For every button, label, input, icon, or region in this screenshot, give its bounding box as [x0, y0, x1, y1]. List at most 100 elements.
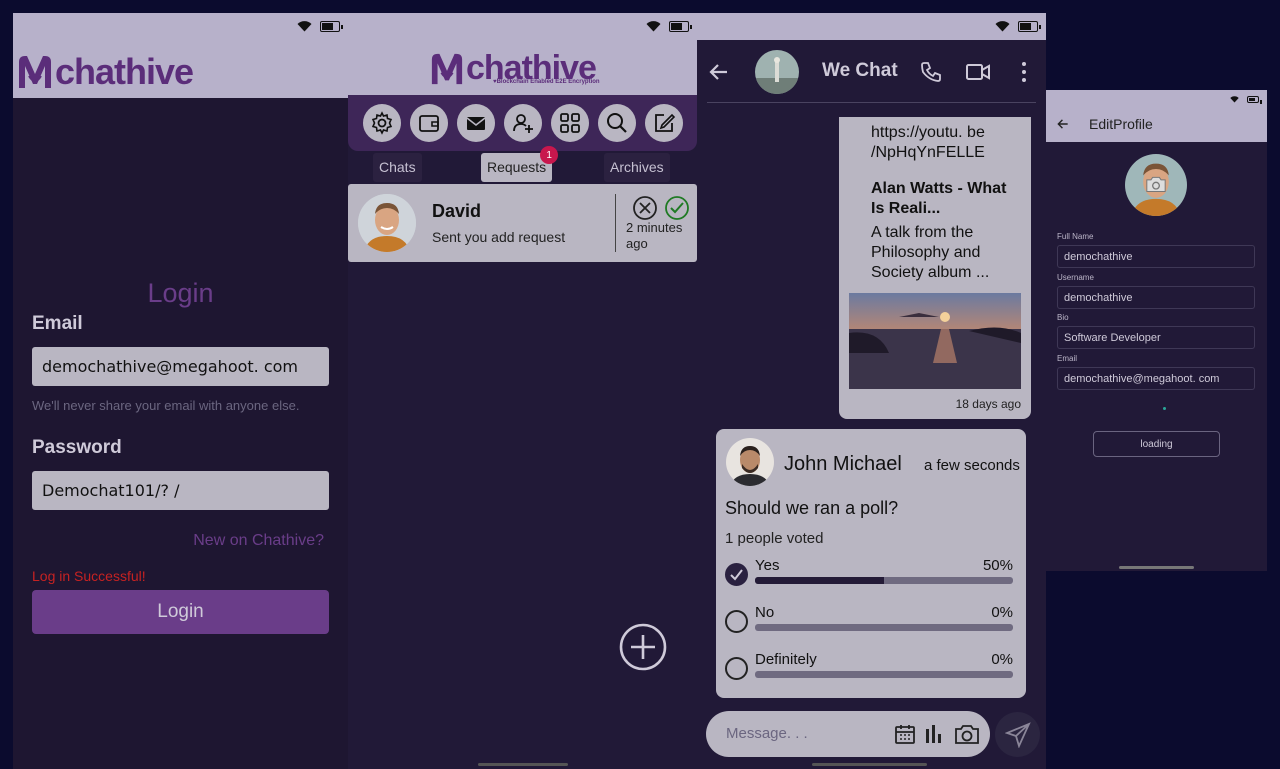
- poll-option-label: Yes: [755, 557, 780, 574]
- logo-tagline: ♥Blockchain Enabled E2E Encryption: [493, 79, 600, 85]
- search-button[interactable]: [597, 104, 636, 142]
- radio-unchecked[interactable]: [725, 610, 748, 633]
- bio-field[interactable]: Software Developer: [1057, 326, 1255, 349]
- save-button[interactable]: loading: [1093, 431, 1220, 457]
- message-link[interactable]: https://youtu. be /NpHqYnFELLE: [871, 123, 1021, 163]
- compose-button[interactable]: [644, 104, 683, 142]
- status-bar: [348, 13, 697, 40]
- poll-progress-track: [755, 671, 1013, 678]
- home-indicator: [478, 763, 568, 766]
- poll-progress-track: [755, 577, 1013, 584]
- poll-option-percent: 0%: [991, 604, 1013, 621]
- requests-count-badge: 1: [540, 146, 559, 164]
- email-field[interactable]: demochathive@megahoot. com: [32, 347, 329, 386]
- poll-option-label: No: [755, 604, 775, 621]
- request-time: 2 minutes ago: [626, 220, 683, 251]
- wifi-icon: [646, 21, 661, 32]
- message-bubble[interactable]: https://youtu. be /NpHqYnFELLE Alan Watt…: [839, 117, 1031, 419]
- chat-header: We Chat: [697, 40, 1046, 104]
- avatar: [358, 194, 416, 252]
- poll-option-no[interactable]: No 0%: [725, 604, 1013, 638]
- email-help-text: We'll never share your email with anyone…: [32, 398, 300, 413]
- back-arrow-icon[interactable]: [1056, 117, 1070, 131]
- full-name-label: Full Name: [1057, 232, 1094, 241]
- add-friend-icon: [512, 114, 533, 133]
- more-options-icon[interactable]: [1013, 60, 1035, 84]
- page-title: EditProfile: [1089, 116, 1153, 132]
- username-label: Username: [1057, 273, 1094, 282]
- wifi-icon: [995, 21, 1010, 32]
- tab-archives[interactable]: Archives: [604, 153, 670, 182]
- username-field[interactable]: demochathive: [1057, 286, 1255, 309]
- send-icon: [1005, 722, 1031, 748]
- battery-icon: [320, 21, 343, 32]
- poll-timestamp: a few seconds: [924, 457, 1020, 474]
- person-photo-icon: [726, 438, 774, 486]
- home-indicator: [1119, 566, 1194, 569]
- camera-icon: [1146, 176, 1166, 192]
- wallet-icon: [418, 115, 439, 132]
- poll-option-definitely[interactable]: Definitely 0%: [725, 651, 1013, 685]
- settings-button[interactable]: [362, 104, 401, 142]
- send-button[interactable]: [995, 712, 1040, 757]
- poll-option-label: Definitely: [755, 651, 817, 668]
- radio-checked[interactable]: [725, 563, 748, 586]
- loading-indicator: [1163, 407, 1166, 410]
- message-timestamp: 18 days ago: [955, 397, 1021, 411]
- add-button[interactable]: [619, 623, 667, 671]
- poll-option-percent: 50%: [982, 557, 1013, 574]
- accept-icon[interactable]: [664, 195, 690, 221]
- header-divider: [707, 102, 1036, 103]
- request-card[interactable]: David Sent you add request 2 minutes ago: [348, 184, 697, 262]
- poll-option-yes[interactable]: Yes 50%: [725, 557, 1013, 591]
- mail-icon: [466, 117, 485, 130]
- message-input[interactable]: Message. . .: [706, 711, 990, 757]
- status-bar: [1046, 90, 1267, 108]
- mail-button[interactable]: [456, 104, 495, 142]
- link-preview-title: Alan Watts - What Is Reali...: [871, 180, 1007, 217]
- email-label: Email: [32, 313, 83, 334]
- back-arrow-icon[interactable]: [707, 60, 731, 84]
- logo-hive-icon: [431, 53, 463, 84]
- poll-option-percent: 0%: [991, 651, 1013, 668]
- status-bar: [697, 13, 1046, 40]
- tab-chats[interactable]: Chats: [373, 153, 422, 182]
- toolbar: [348, 95, 697, 151]
- person-photo-icon: [358, 194, 416, 252]
- logo-hive-icon: [19, 56, 51, 88]
- edit-profile-screen: EditProfile Full Name demochathive Usern…: [1046, 90, 1267, 571]
- calendar-icon[interactable]: [894, 723, 916, 745]
- chat-title: We Chat: [822, 60, 898, 81]
- battery-icon: [1018, 21, 1041, 32]
- chat-screen: We Chat https://youtu. be /NpHqYnFELLE A…: [697, 13, 1046, 769]
- chathive-logo: chathive: [15, 51, 194, 93]
- camera-icon[interactable]: [954, 722, 980, 746]
- poll-author: John Michael: [784, 453, 902, 475]
- gear-icon: [371, 111, 392, 135]
- phone-icon[interactable]: [919, 60, 943, 84]
- add-friend-button[interactable]: [503, 104, 542, 142]
- password-field[interactable]: Demochat101/? /: [32, 471, 329, 510]
- grid-icon: [559, 113, 580, 133]
- avatar: [726, 438, 774, 486]
- signup-link[interactable]: New on Chathive?: [193, 532, 324, 550]
- link-preview-image[interactable]: [849, 293, 1021, 389]
- wallet-button[interactable]: [409, 104, 448, 142]
- battery-icon: [669, 21, 692, 32]
- profile-avatar[interactable]: [1125, 154, 1187, 216]
- compose-icon: [654, 113, 675, 132]
- status-bar: [13, 13, 348, 40]
- poll-icon[interactable]: [924, 723, 944, 745]
- video-call-icon[interactable]: [965, 61, 991, 83]
- full-name-field[interactable]: demochathive: [1057, 245, 1255, 268]
- login-button[interactable]: Login: [32, 590, 329, 634]
- poll-progress-fill: [755, 577, 884, 584]
- wifi-icon: [297, 21, 312, 32]
- reject-icon[interactable]: [632, 195, 658, 221]
- radio-unchecked[interactable]: [725, 657, 748, 680]
- email-label: Email: [1057, 354, 1078, 363]
- tab-requests[interactable]: Requests 1: [481, 146, 559, 182]
- email-field[interactable]: demochathive@megahoot. com: [1057, 367, 1255, 390]
- grid-button[interactable]: [550, 104, 589, 142]
- request-message: Sent you add request: [432, 229, 566, 245]
